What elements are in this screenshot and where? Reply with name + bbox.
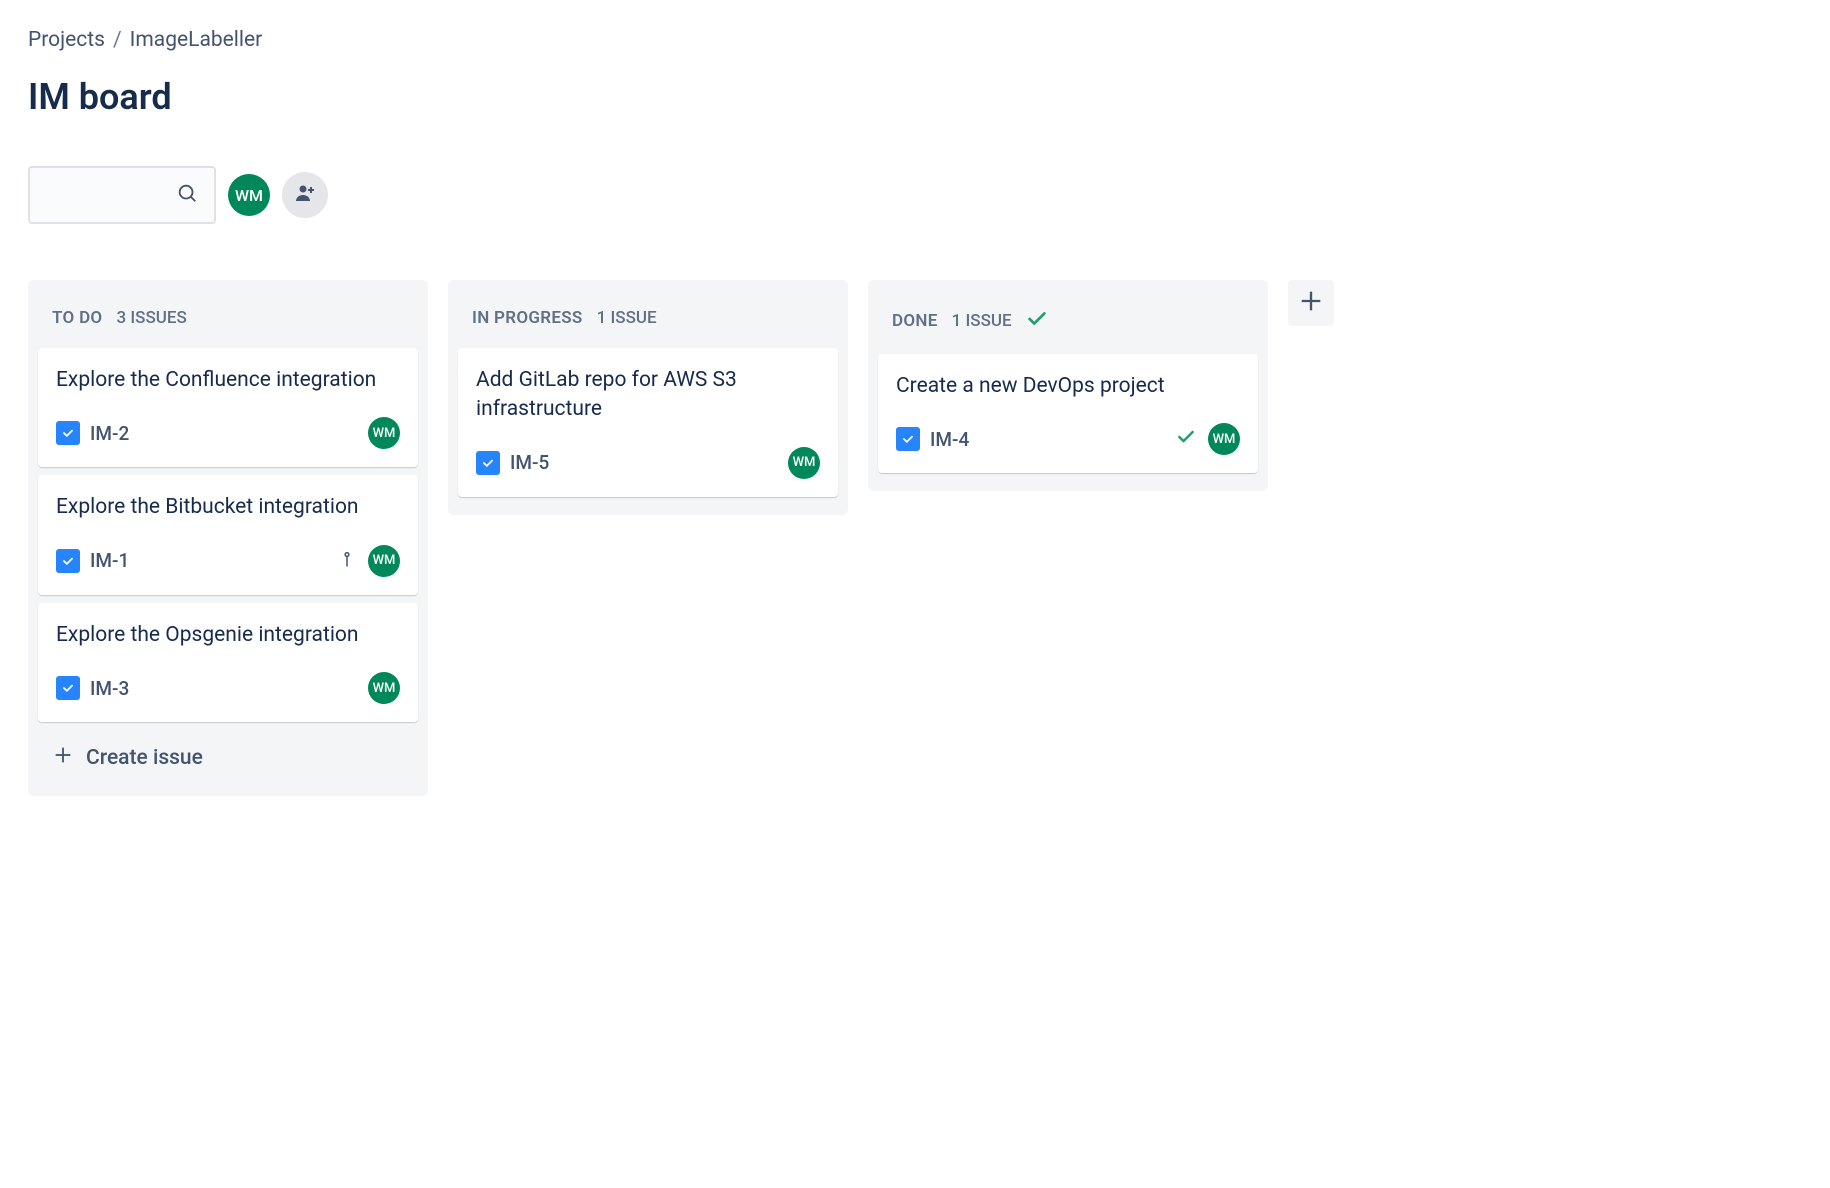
task-type-icon: [476, 451, 500, 475]
breadcrumb: Projects / ImageLabeller: [28, 28, 1802, 52]
issue-card[interactable]: Explore the Confluence integration IM-2 WM: [38, 348, 418, 467]
task-type-icon: [56, 421, 80, 445]
column-header[interactable]: TO DO 3 ISSUES: [38, 300, 418, 348]
search-icon: [176, 182, 198, 208]
assignee-avatar[interactable]: WM: [368, 672, 400, 704]
breadcrumb-project-link[interactable]: ImageLabeller: [130, 28, 263, 52]
card-key[interactable]: IM-2: [90, 422, 129, 445]
plus-icon: [1297, 287, 1325, 319]
card-footer: IM-3 WM: [56, 672, 400, 704]
done-check-icon: [1176, 427, 1196, 451]
card-footer: IM-1 WM: [56, 545, 400, 577]
board-column: IN PROGRESS 1 ISSUE Add GitLab repo for AW…: [448, 280, 848, 515]
column-count: 1 ISSUE: [952, 311, 1012, 331]
assignee-avatar[interactable]: WM: [368, 417, 400, 449]
card-meta-left: IM-1: [56, 549, 129, 573]
card-footer: IM-5 WM: [476, 447, 820, 479]
card-meta-left: IM-2: [56, 421, 129, 445]
card-meta-left: IM-3: [56, 676, 129, 700]
card-meta-right: WM: [338, 545, 400, 577]
task-type-icon: [896, 427, 920, 451]
breadcrumb-separator: /: [113, 28, 122, 52]
column-header[interactable]: DONE 1 ISSUE: [878, 300, 1258, 354]
add-column-button[interactable]: [1288, 280, 1334, 326]
priority-icon: [338, 550, 356, 572]
add-person-icon: [293, 181, 317, 209]
board-column: DONE 1 ISSUE Create a new DevOps project IM…: [868, 280, 1268, 491]
card-footer: IM-2 WM: [56, 417, 400, 449]
card-key[interactable]: IM-5: [510, 451, 549, 474]
column-title: IN PROGRESS: [472, 308, 583, 328]
create-issue-button[interactable]: Create issue: [38, 730, 418, 786]
column-header[interactable]: IN PROGRESS 1 ISSUE: [458, 300, 838, 348]
column-count: 3 ISSUES: [116, 308, 186, 328]
card-title: Add GitLab repo for AWS S3 infrastructur…: [476, 366, 820, 425]
task-type-icon: [56, 549, 80, 573]
card-meta-left: IM-4: [896, 427, 969, 451]
card-title: Explore the Bitbucket integration: [56, 493, 400, 522]
issue-card[interactable]: Explore the Opsgenie integration IM-3 WM: [38, 603, 418, 722]
board-toolbar: WM: [28, 166, 1802, 224]
card-meta-right: WM: [1176, 423, 1240, 455]
plus-icon: [52, 744, 74, 772]
card-meta-left: IM-5: [476, 451, 549, 475]
card-meta-right: WM: [368, 417, 400, 449]
done-check-icon: [1026, 308, 1048, 334]
add-people-button[interactable]: [282, 172, 328, 218]
column-title: DONE: [892, 311, 938, 331]
column-count: 1 ISSUE: [597, 308, 657, 328]
assignee-avatar[interactable]: WM: [788, 447, 820, 479]
issue-card[interactable]: Add GitLab repo for AWS S3 infrastructur…: [458, 348, 838, 497]
board-title: IM board: [28, 76, 1802, 118]
issue-card[interactable]: Explore the Bitbucket integration IM-1 WM: [38, 475, 418, 594]
breadcrumb-projects-link[interactable]: Projects: [28, 28, 105, 52]
user-avatar[interactable]: WM: [228, 174, 270, 216]
kanban-board: TO DO 3 ISSUES Explore the Confluence inte…: [28, 280, 1802, 796]
card-key[interactable]: IM-3: [90, 677, 129, 700]
card-title: Explore the Confluence integration: [56, 366, 400, 395]
issue-card[interactable]: Create a new DevOps project IM-4 WM: [878, 354, 1258, 473]
assignee-avatar[interactable]: WM: [1208, 423, 1240, 455]
create-issue-label: Create issue: [86, 746, 203, 770]
card-title: Create a new DevOps project: [896, 372, 1240, 401]
card-meta-right: WM: [368, 672, 400, 704]
card-key[interactable]: IM-1: [90, 549, 129, 572]
card-title: Explore the Opsgenie integration: [56, 621, 400, 650]
task-type-icon: [56, 676, 80, 700]
board-column: TO DO 3 ISSUES Explore the Confluence inte…: [28, 280, 428, 796]
card-meta-right: WM: [788, 447, 820, 479]
card-key[interactable]: IM-4: [930, 428, 969, 451]
card-footer: IM-4 WM: [896, 423, 1240, 455]
column-title: TO DO: [52, 308, 102, 328]
assignee-avatar[interactable]: WM: [368, 545, 400, 577]
search-input[interactable]: [28, 166, 216, 224]
